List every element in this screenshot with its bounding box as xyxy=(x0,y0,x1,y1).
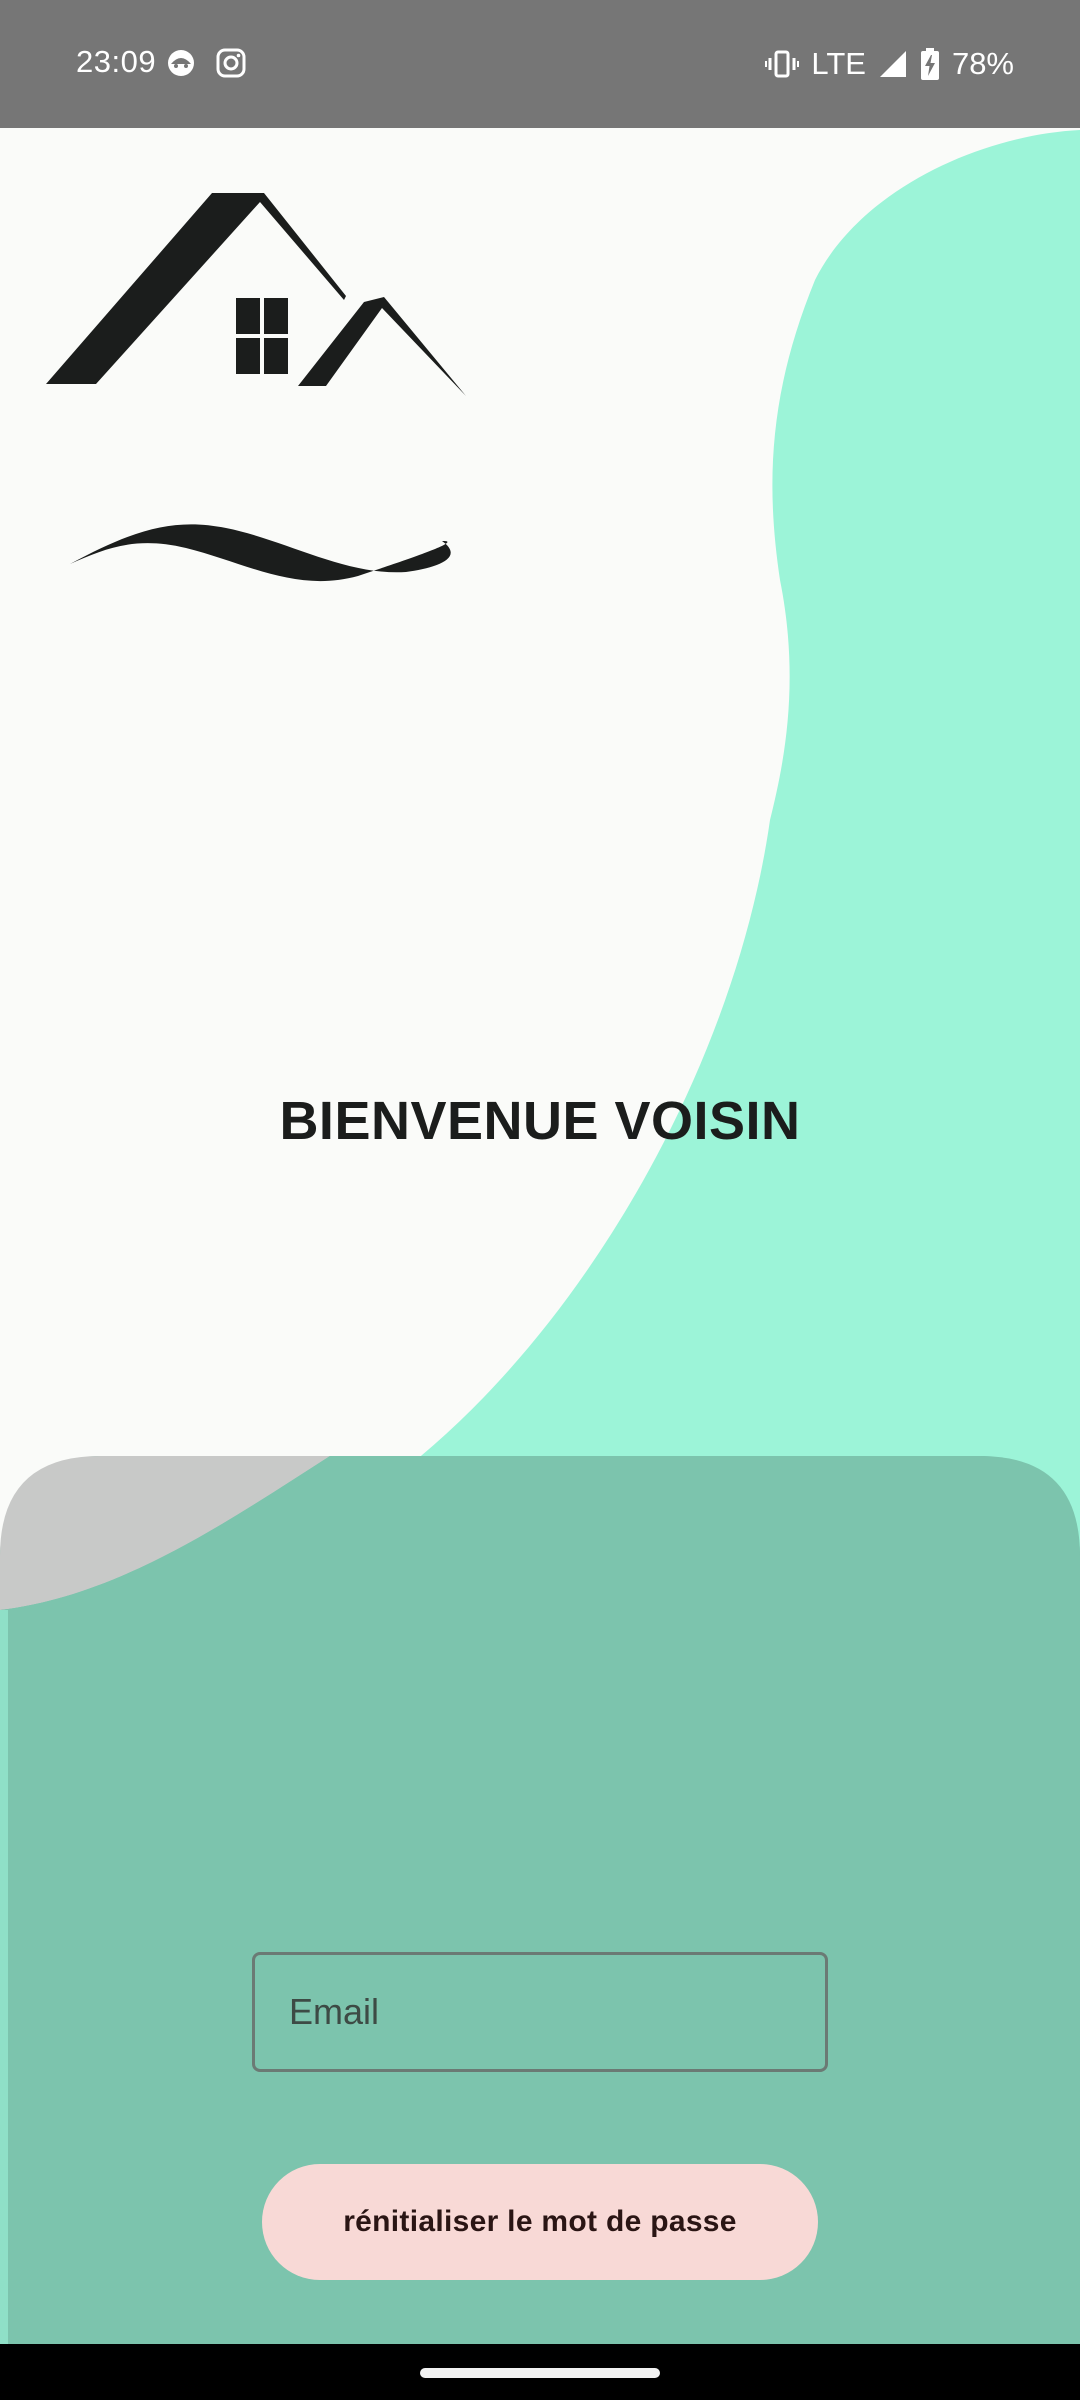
welcome-title: BIENVENUE VOISIN xyxy=(279,1091,801,1151)
email-field[interactable] xyxy=(252,1952,828,2072)
battery-charging-icon xyxy=(920,48,939,80)
network-type: LTE xyxy=(811,46,866,81)
home-indicator[interactable] xyxy=(420,2368,660,2378)
status-right-group: LTE 78% xyxy=(765,44,1014,84)
vibrate-icon xyxy=(765,50,800,78)
signal-icon xyxy=(879,51,906,77)
reset-password-button[interactable]: rénitialiser le mot de passe xyxy=(262,2164,818,2280)
notification-face-icon xyxy=(168,50,194,76)
status-bar: 23:09 LTE 78% xyxy=(0,0,1080,128)
status-time: 23:09 xyxy=(76,44,157,79)
reset-password-screen: 23:09 LTE 78% BIENVENUE VOISIN Email rén… xyxy=(0,0,1080,2400)
instagram-icon xyxy=(216,48,246,78)
house-roofs-logo xyxy=(46,193,466,582)
battery-percent: 78% xyxy=(951,46,1014,81)
